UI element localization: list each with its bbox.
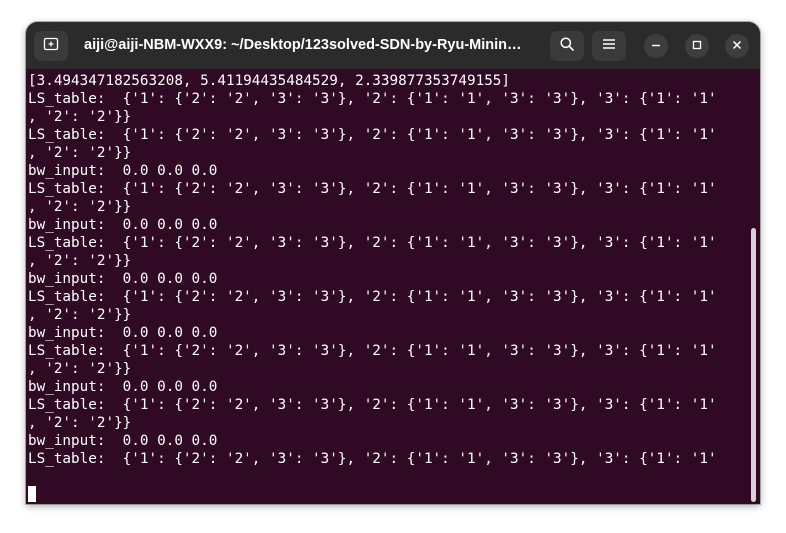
close-button[interactable] [725, 34, 749, 58]
terminal-line: bw_input: 0.0 0.0 0.0 [28, 163, 218, 179]
terminal-line: bw_input: 0.0 0.0 0.0 [28, 379, 218, 395]
terminal-line: LS_table: {'1': {'2': '2', '3': '3'}, '2… [28, 127, 717, 143]
terminal-line: , '2': '2'}} [28, 145, 132, 161]
terminal-line: LS_table: {'1': {'2': '2', '3': '3'}, '2… [28, 181, 717, 197]
terminal-line: LS_table: {'1': {'2': '2', '3': '3'}, '2… [28, 451, 717, 467]
terminal-line: LS_table: {'1': {'2': '2', '3': '3'}, '2… [28, 235, 717, 251]
title-bar[interactable]: aiji@aiji-NBM-WXX9: ~/Desktop/123solved-… [26, 22, 760, 69]
terminal-line: , '2': '2'}} [28, 109, 132, 125]
terminal-line: bw_input: 0.0 0.0 0.0 [28, 325, 218, 341]
terminal-line: , '2': '2'}} [28, 415, 132, 431]
minimize-button[interactable] [644, 34, 668, 58]
maximize-button[interactable] [685, 34, 709, 58]
terminal-line: [3.494347182563208, 5.41194435484529, 2.… [28, 73, 511, 89]
terminal-line: bw_input: 0.0 0.0 0.0 [28, 217, 218, 233]
terminal-output-area[interactable]: [3.494347182563208, 5.41194435484529, 2.… [26, 69, 760, 504]
terminal-output: [3.494347182563208, 5.41194435484529, 2.… [28, 72, 717, 468]
new-tab-button[interactable] [34, 31, 68, 61]
search-icon [559, 36, 575, 57]
terminal-line: bw_input: 0.0 0.0 0.0 [28, 271, 218, 287]
terminal-line: bw_input: 0.0 0.0 0.0 [28, 433, 218, 449]
maximize-icon [692, 37, 702, 55]
window-title: aiji@aiji-NBM-WXX9: ~/Desktop/123solved-… [84, 37, 522, 53]
terminal-line: LS_table: {'1': {'2': '2', '3': '3'}, '2… [28, 289, 717, 305]
terminal-window: aiji@aiji-NBM-WXX9: ~/Desktop/123solved-… [26, 22, 760, 504]
terminal-line: LS_table: {'1': {'2': '2', '3': '3'}, '2… [28, 343, 717, 359]
terminal-line: , '2': '2'}} [28, 361, 132, 377]
minimize-icon [651, 37, 661, 55]
terminal-line: LS_table: {'1': {'2': '2', '3': '3'}, '2… [28, 91, 717, 107]
hamburger-menu-icon [602, 37, 616, 56]
terminal-line: LS_table: {'1': {'2': '2', '3': '3'}, '2… [28, 397, 717, 413]
text-cursor [28, 486, 36, 502]
scrollbar-thumb[interactable] [751, 228, 756, 502]
terminal-line: , '2': '2'}} [28, 253, 132, 269]
new-tab-icon [43, 36, 59, 57]
search-button[interactable] [550, 31, 584, 61]
close-icon [732, 37, 742, 55]
menu-button[interactable] [592, 31, 626, 61]
terminal-line: , '2': '2'}} [28, 199, 132, 215]
terminal-line: , '2': '2'}} [28, 307, 132, 323]
